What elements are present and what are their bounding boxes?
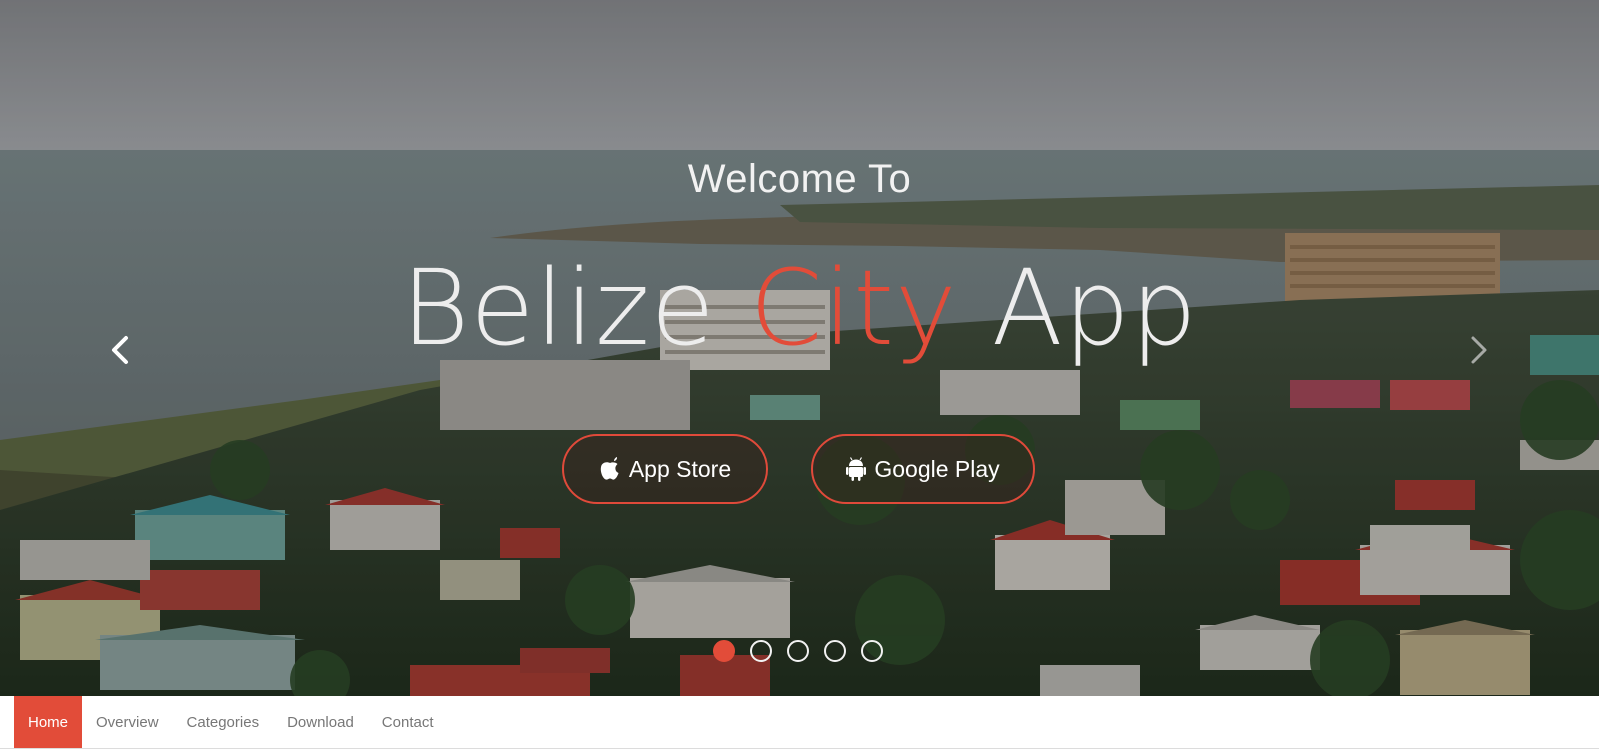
carousel-dot-4[interactable] (824, 640, 846, 662)
carousel-indicators (713, 640, 883, 662)
chevron-left-icon (112, 336, 128, 364)
carousel-dot-5[interactable] (861, 640, 883, 662)
app-store-label: App Store (628, 455, 732, 482)
headline-part-1: Belize (401, 247, 750, 369)
main-navbar: Home Overview Categories Download Contac… (0, 696, 1599, 749)
nav-item-overview[interactable]: Overview (82, 696, 173, 748)
carousel-prev-arrow[interactable] (100, 330, 140, 370)
hero-headline: Belize City App (0, 248, 1599, 368)
apple-icon (600, 457, 619, 480)
nav-item-categories[interactable]: Categories (173, 696, 274, 748)
app-store-button[interactable]: App Store (562, 434, 768, 504)
carousel-dot-1[interactable] (713, 640, 735, 662)
carousel-next-arrow[interactable] (1459, 330, 1499, 370)
hero-carousel: Welcome To Belize City App App Store Goo… (0, 0, 1599, 696)
nav-item-contact[interactable]: Contact (368, 696, 448, 748)
carousel-dot-2[interactable] (750, 640, 772, 662)
android-icon (846, 457, 867, 481)
google-play-label: Google Play (874, 455, 1000, 482)
carousel-dot-3[interactable] (787, 640, 809, 662)
nav-item-download[interactable]: Download (273, 696, 368, 748)
hero-welcome-text: Welcome To (687, 157, 912, 201)
nav-item-home[interactable]: Home (14, 696, 83, 748)
headline-part-2: App (957, 247, 1198, 369)
chevron-right-icon (1471, 336, 1487, 364)
headline-accent: City (749, 247, 958, 369)
google-play-button[interactable]: Google Play (811, 434, 1035, 504)
